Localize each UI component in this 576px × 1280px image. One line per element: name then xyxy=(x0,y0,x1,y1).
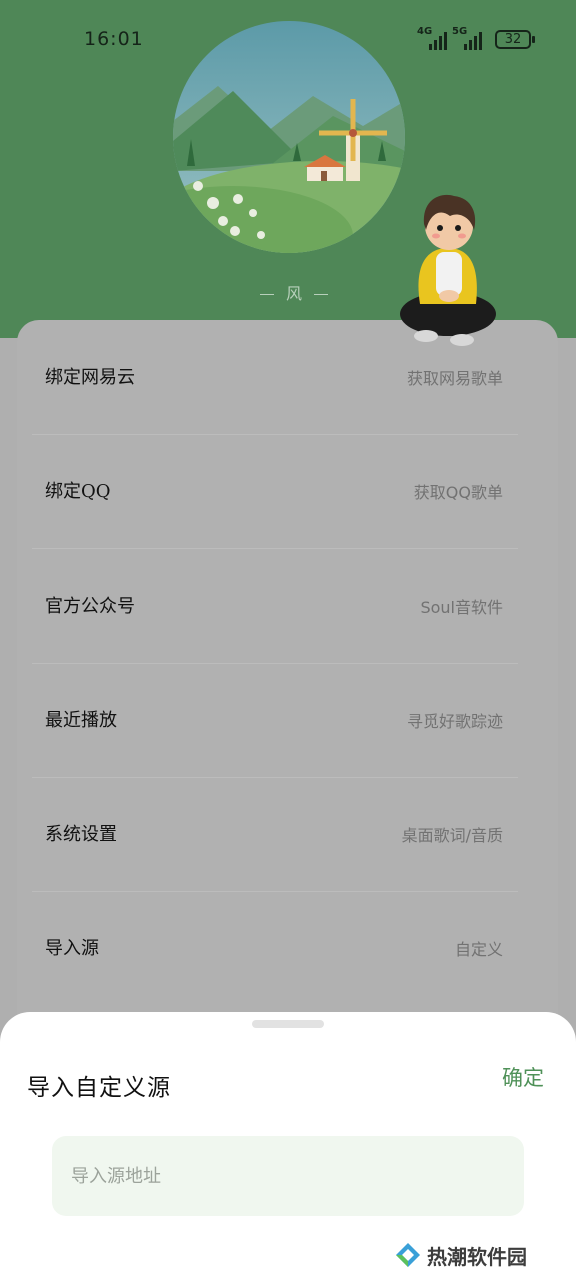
source-url-input[interactable] xyxy=(52,1136,524,1216)
status-time: 16:01 xyxy=(84,28,144,50)
signal-4g-icon: 4G xyxy=(417,26,451,52)
menu-item-hint: 获取网易歌单 xyxy=(406,369,503,388)
sheet-title: 导入自定义源 xyxy=(27,1075,171,1101)
menu-item-hint: Soul音软件 xyxy=(420,598,503,617)
sheet-drag-handle[interactable] xyxy=(252,1020,324,1028)
watermark-text: 热潮软件园 xyxy=(427,1244,527,1269)
menu-item-import-source[interactable]: 导入源 自定义 xyxy=(32,892,518,1006)
cover-illustration[interactable] xyxy=(173,21,405,253)
menu-item-bind-qq[interactable]: 绑定QQ 获取QQ歌单 xyxy=(32,435,518,549)
confirm-button[interactable]: 确定 xyxy=(502,1062,544,1092)
battery-icon: 32 xyxy=(495,30,535,49)
menu-item-hint: 获取QQ歌单 xyxy=(413,483,503,502)
menu-item-label: 绑定网易云 xyxy=(45,367,135,388)
menu-item-label: 导入源 xyxy=(45,938,99,959)
menu-item-hint: 寻觅好歌踪迹 xyxy=(406,712,503,731)
battery-level: 32 xyxy=(504,32,522,47)
menu-item-system-settings[interactable]: 系统设置 桌面歌词/音质 xyxy=(32,778,518,892)
menu-item-official-account[interactable]: 官方公众号 Soul音软件 xyxy=(32,550,518,664)
profile-name: 风 xyxy=(286,284,303,303)
menu-item-label: 最近播放 xyxy=(45,710,117,731)
watermark-logo-icon xyxy=(396,1243,420,1267)
menu-item-hint: 桌面歌词/音质 xyxy=(401,826,503,845)
profile-caption: 风 xyxy=(248,280,340,304)
avatar[interactable] xyxy=(396,186,500,356)
menu-item-label: 系统设置 xyxy=(45,824,117,845)
signal-5g-icon: 5G xyxy=(452,26,486,52)
watermark: 热潮软件园 xyxy=(395,1241,527,1269)
menu-item-label: 官方公众号 xyxy=(45,596,135,617)
menu-item-recent-play[interactable]: 最近播放 寻觅好歌踪迹 xyxy=(32,664,518,778)
menu-item-label: 绑定QQ xyxy=(45,481,111,502)
menu-item-hint: 自定义 xyxy=(454,940,503,959)
